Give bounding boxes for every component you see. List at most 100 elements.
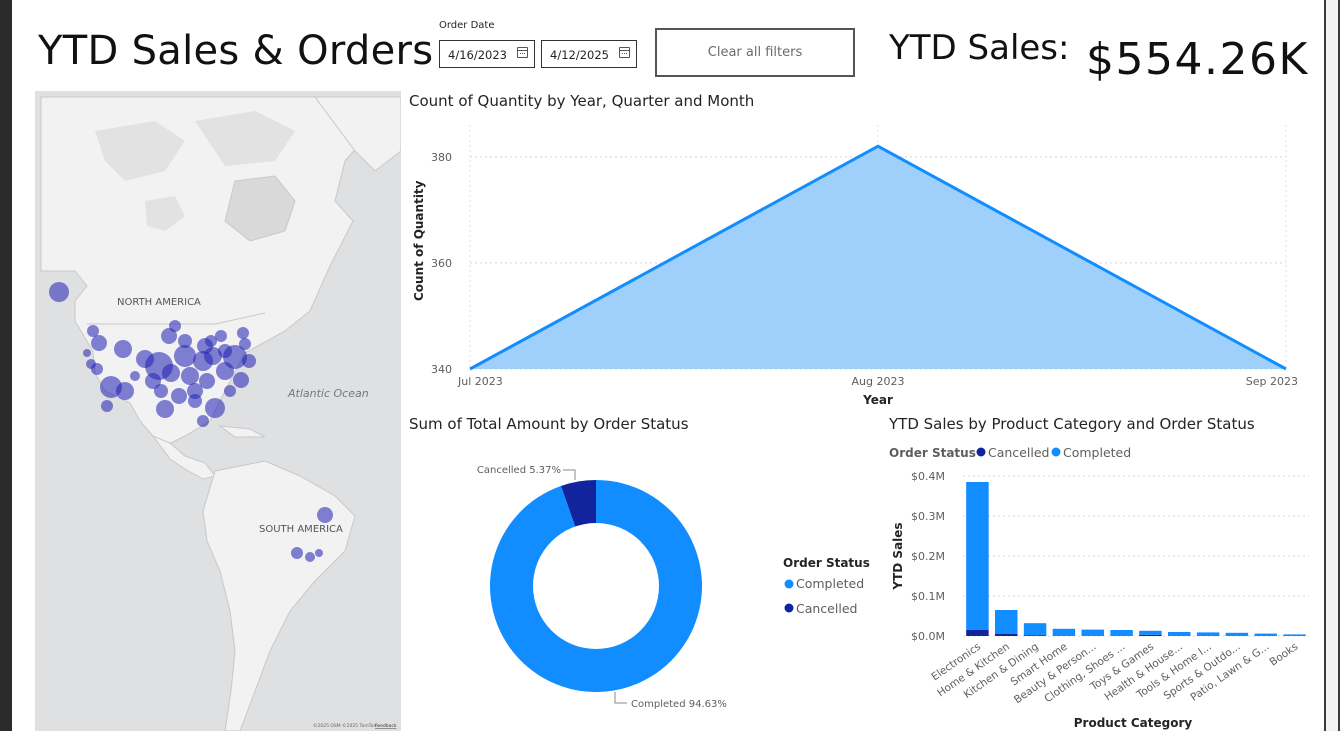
bar-completed[interactable] (1081, 629, 1104, 636)
map-bubble[interactable] (162, 364, 180, 382)
legend-completed-marker (1051, 447, 1061, 457)
bar-completed[interactable] (1283, 634, 1306, 636)
map-bubble[interactable] (237, 327, 249, 339)
bar-legend-title: Order Status (889, 446, 976, 460)
bar-x-axis-label: Product Category (1074, 716, 1193, 730)
ytd-sales-label: YTD Sales: (889, 28, 1070, 68)
legend-completed-marker (784, 579, 794, 589)
map-bubble[interactable] (130, 371, 140, 381)
map-bubble[interactable] (116, 382, 134, 400)
map-bubble[interactable] (197, 415, 209, 427)
end-date-value: 4/12/2025 (550, 48, 609, 62)
bar-legend-completed[interactable]: Completed (1063, 445, 1131, 460)
map-bubble[interactable] (233, 372, 249, 388)
map-bubble[interactable] (169, 320, 181, 332)
area-y-tick-label: 340 (431, 363, 452, 376)
bar-completed[interactable] (1254, 633, 1277, 636)
bar-completed[interactable] (1110, 630, 1133, 636)
bar-y-axis-label: YTD Sales (891, 522, 905, 590)
scrollbar-track[interactable] (1326, 0, 1338, 731)
start-date-value: 4/16/2023 (448, 48, 507, 62)
map-bubble[interactable] (188, 394, 202, 408)
page-title: YTD Sales & Orders (38, 28, 434, 74)
legend-cancelled-marker (976, 447, 986, 457)
map-bubble[interactable] (305, 552, 315, 562)
map-bubble[interactable] (181, 367, 199, 385)
bar-completed[interactable] (1052, 628, 1076, 636)
map-label-north-america: NORTH AMERICA (117, 297, 201, 308)
map-bubble[interactable] (215, 330, 227, 342)
area-x-tick-label: Aug 2023 (852, 375, 905, 388)
donut-chart-title: Sum of Total Amount by Order Status (409, 415, 689, 433)
map-label-south-america: SOUTH AMERICA (259, 524, 343, 535)
donut-hole (533, 523, 659, 649)
ytd-sales-card-value: $554.26K (1086, 34, 1309, 85)
map-bubble[interactable] (49, 282, 69, 302)
area-chart: 340 360 380 Jul 2023 Aug 2023 Sep 2023 Count… (412, 125, 1298, 407)
map-bubble[interactable] (205, 398, 225, 418)
map-bubble[interactable] (315, 549, 323, 557)
sales-map[interactable]: NORTH AMERICA SOUTH AMERICA Atlantic Oce… (35, 91, 401, 731)
bar-completed[interactable] (1225, 632, 1249, 636)
map-bubble[interactable] (86, 359, 96, 369)
bar-y-tick-label: $0.4M (911, 470, 945, 483)
map-bubble[interactable] (154, 384, 168, 398)
area-x-tick-label: Sep 2023 (1246, 375, 1298, 388)
bar-y-tick-label: $0.0M (911, 630, 945, 643)
donut-legend-cancelled[interactable]: Cancelled (796, 601, 857, 616)
bar-completed[interactable] (1196, 632, 1220, 636)
map-bubble[interactable] (101, 400, 113, 412)
map-bubble[interactable] (114, 340, 132, 358)
bar-cancelled[interactable] (966, 630, 989, 636)
map-label-atlantic: Atlantic Ocean (287, 387, 369, 400)
map-bubble[interactable] (156, 400, 174, 418)
map-bubble[interactable] (317, 507, 333, 523)
map-bubble[interactable] (83, 349, 91, 357)
map-bubble[interactable] (171, 388, 187, 404)
calendar-icon[interactable] (517, 47, 528, 58)
map-bubble[interactable] (199, 373, 215, 389)
area-y-tick-label: 360 (431, 257, 452, 270)
map-bubble[interactable] (87, 325, 99, 337)
bar-cancelled[interactable] (1139, 634, 1162, 636)
clear-filters-button[interactable]: Clear all filters (655, 28, 855, 77)
map-bubble[interactable] (291, 547, 303, 559)
area-y-tick-label: 380 (431, 151, 452, 164)
map-bubble[interactable] (204, 347, 222, 365)
bar-cancelled[interactable] (1023, 635, 1047, 636)
bar-completed[interactable] (1168, 632, 1191, 636)
bar-chart: Order Status Cancelled Completed $0.0M $0… (889, 445, 1309, 730)
map-bubble[interactable] (178, 334, 192, 348)
bar-chart-title: YTD Sales by Product Category and Order … (889, 415, 1255, 433)
donut-label-cancelled: Cancelled 5.37% (477, 465, 561, 476)
donut-legend-completed[interactable]: Completed (796, 576, 864, 591)
bar-y-tick-label: $0.2M (911, 550, 945, 563)
bar-completed[interactable] (1139, 630, 1162, 635)
map-bubble[interactable] (174, 345, 196, 367)
donut-label-completed: Completed 94.63% (631, 699, 727, 710)
area-x-tick-label: Jul 2023 (457, 375, 503, 388)
order-date-label: Order Date (439, 20, 495, 31)
start-date-input[interactable]: 4/16/2023 (439, 40, 535, 68)
calendar-icon[interactable] (619, 47, 630, 58)
bar-completed[interactable] (1023, 623, 1047, 636)
bar-completed[interactable] (966, 482, 989, 630)
area-chart-title: Count of Quantity by Year, Quarter and M… (409, 92, 755, 110)
area-x-axis-label: Year (862, 393, 893, 407)
bar-legend-cancelled[interactable]: Cancelled (988, 445, 1049, 460)
map-feedback-link[interactable]: Feedback (375, 723, 397, 729)
cancelled-leader-line (563, 469, 576, 480)
completed-leader-line (614, 692, 627, 704)
map-bubble[interactable] (224, 385, 236, 397)
map-bubble[interactable] (136, 350, 154, 368)
donut-chart: Cancelled 5.37% Completed 94.63% Order S… (477, 465, 870, 710)
map-bubble[interactable] (239, 338, 251, 350)
bar-completed[interactable] (995, 610, 1018, 634)
map-attribution: ©2025 OSM ©2025 TomTom (313, 722, 378, 729)
map-bubble[interactable] (242, 354, 256, 368)
bar-cancelled[interactable] (995, 634, 1018, 636)
map-bubble[interactable] (91, 335, 107, 351)
bar-x-tick-label: Books (1268, 641, 1301, 669)
area-series-fill (470, 146, 1286, 369)
end-date-input[interactable]: 4/12/2025 (541, 40, 637, 68)
